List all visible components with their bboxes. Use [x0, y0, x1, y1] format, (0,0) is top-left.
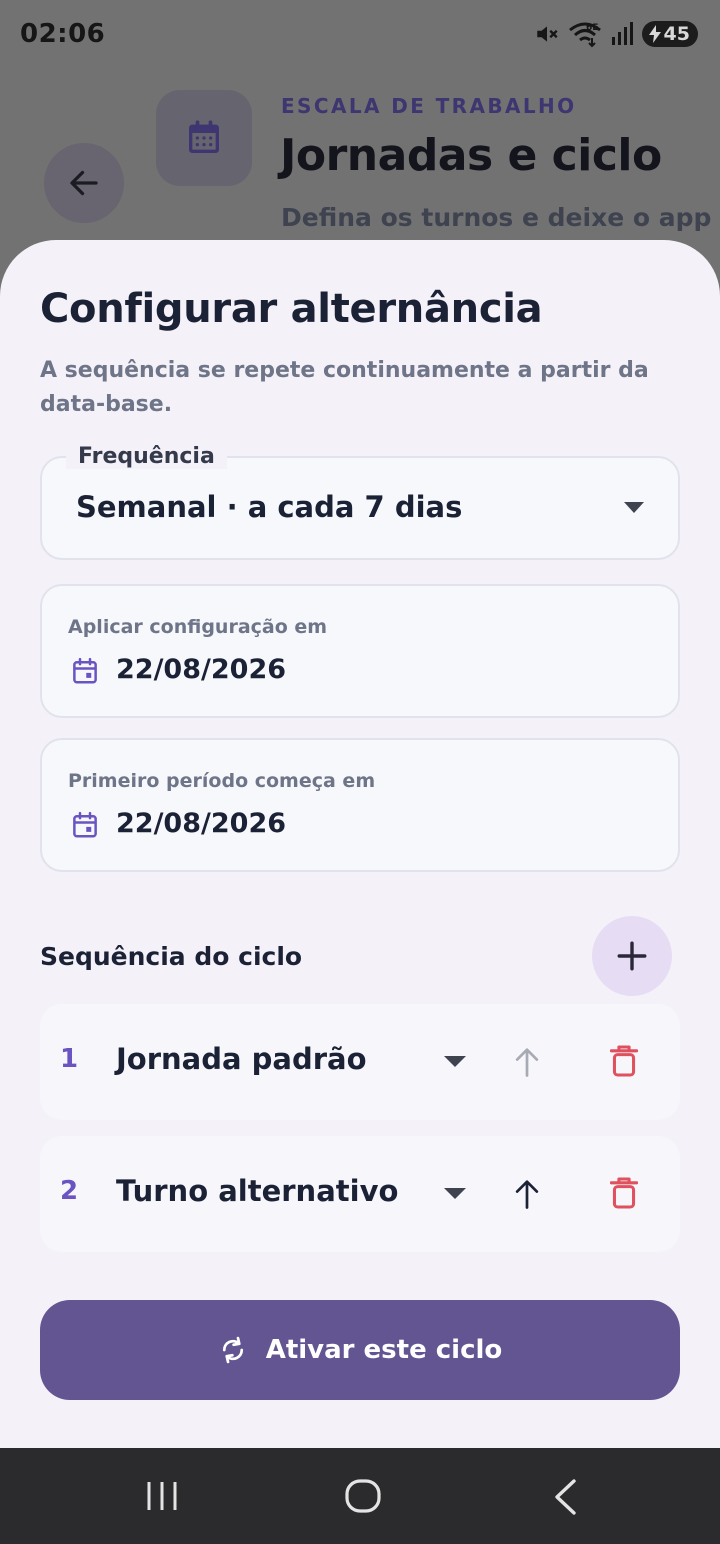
activate-cycle-button[interactable]: Ativar este ciclo — [40, 1300, 680, 1400]
page-subtitle: Defina os turnos e deixe o app — [281, 203, 712, 232]
add-step-button[interactable] — [592, 916, 672, 996]
trash-icon[interactable] — [610, 1044, 638, 1078]
step-shift-select[interactable]: Jornada padrão — [116, 1042, 367, 1076]
step-index: 2 — [60, 1176, 79, 1206]
calendar-icon — [73, 657, 97, 684]
first-period-date-label: Primeiro período começa em — [68, 770, 376, 792]
first-period-date-field[interactable]: Primeiro período começa em 22/08/2026 — [40, 738, 680, 872]
sequence-title: Sequência do ciclo — [40, 942, 303, 971]
first-period-date-value: 22/08/2026 — [116, 808, 287, 839]
header-eyebrow: ESCALA DE TRABALHO — [281, 94, 577, 118]
page-title: Jornadas e ciclo — [280, 130, 662, 181]
battery-charging-icon — [648, 25, 661, 43]
back-button[interactable] — [44, 143, 124, 223]
cycle-step-row: 1 Jornada padrão — [40, 1004, 680, 1120]
mute-icon — [536, 26, 558, 42]
status-time: 02:06 — [20, 19, 106, 49]
frequency-value: Semanal · a cada 7 dias — [76, 490, 463, 524]
arrow-up-icon[interactable] — [512, 1046, 542, 1078]
step-index: 1 — [60, 1044, 79, 1074]
status-bar: 02:06 6E 45 — [0, 0, 720, 70]
arrow-up-icon[interactable] — [512, 1178, 542, 1210]
apply-date-value: 22/08/2026 — [116, 654, 287, 685]
battery-level: 45 — [663, 23, 690, 45]
trash-icon[interactable] — [610, 1176, 638, 1210]
wifi-icon: 6E — [568, 22, 601, 48]
sheet-description: A sequência se repete continuamente a pa… — [40, 358, 649, 417]
sheet-title: Configurar alternância — [40, 286, 543, 332]
home-icon[interactable] — [344, 1478, 382, 1514]
back-nav-icon[interactable] — [552, 1478, 578, 1516]
recent-apps-icon[interactable] — [146, 1478, 178, 1514]
apply-date-label: Aplicar configuração em — [68, 616, 328, 638]
activate-cycle-label: Ativar este ciclo — [265, 1335, 503, 1365]
step-shift-select[interactable]: Turno alternativo — [116, 1174, 398, 1208]
caret-down-icon[interactable] — [444, 1056, 466, 1068]
calendar-icon — [189, 120, 219, 153]
frequency-select[interactable]: Frequência Semanal · a cada 7 dias — [40, 444, 680, 560]
plus-icon — [617, 941, 647, 971]
header-icon-tile — [156, 90, 252, 186]
cycle-step-row: 2 Turno alternativo — [40, 1136, 680, 1252]
arrow-left-icon — [70, 170, 98, 196]
system-navigation-bar — [0, 1448, 720, 1544]
wifi-label: 6E — [586, 23, 598, 33]
signal-icon — [611, 22, 633, 45]
battery-indicator: 45 — [641, 21, 698, 47]
sync-icon — [222, 1336, 243, 1364]
caret-down-icon[interactable] — [444, 1188, 466, 1200]
frequency-label: Frequência — [66, 444, 227, 469]
calendar-icon — [73, 811, 97, 838]
apply-date-field[interactable]: Aplicar configuração em 22/08/2026 — [40, 584, 680, 718]
status-icons: 6E 45 — [534, 20, 698, 48]
caret-down-icon — [624, 502, 644, 513]
bottom-sheet: Configurar alternância A sequência se re… — [0, 240, 720, 1448]
